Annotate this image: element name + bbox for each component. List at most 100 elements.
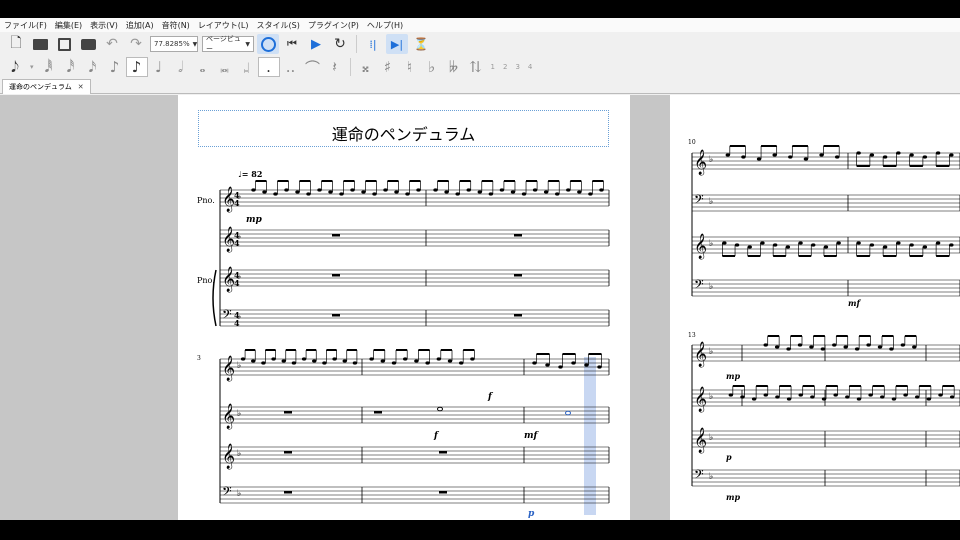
redo-button[interactable]: ↷ bbox=[125, 34, 147, 54]
note-head bbox=[369, 357, 374, 361]
key-signature-flat-icon: ♭ bbox=[709, 155, 713, 165]
menu-help[interactable]: ヘルプ(H) bbox=[363, 20, 407, 31]
menu-plugins[interactable]: プラグイン(P) bbox=[304, 20, 363, 31]
note-head bbox=[891, 397, 897, 401]
voice-4-button[interactable]: 4 bbox=[524, 63, 536, 71]
new-score-button[interactable]: 🗋 bbox=[5, 34, 27, 54]
undo-button[interactable]: ↶ bbox=[101, 34, 123, 54]
dynamic-mp[interactable]: mp bbox=[246, 215, 262, 225]
note-head bbox=[332, 357, 337, 361]
menu-bar: ファイル(F) 編集(E) 表示(V) 追加(A) 音符(N) レイアウト(L)… bbox=[0, 18, 960, 32]
menu-view[interactable]: 表示(V) bbox=[86, 20, 122, 31]
sixty-fourth-note-icon: 𝅘𝅥𝅱 bbox=[44, 58, 53, 76]
double-sharp-icon: 𝄪 bbox=[362, 58, 369, 76]
menu-style[interactable]: スタイル(S) bbox=[253, 20, 304, 31]
note-head bbox=[756, 157, 762, 161]
note-head bbox=[809, 345, 814, 349]
score-page-2[interactable]: 𝄞♭𝄢♭𝄞♭𝄢♭𝄞♭𝄞♭𝄞♭𝄢♭ 10 mf 13 mp p mp 17 bbox=[670, 95, 960, 520]
flip-direction-button[interactable]: ⇅ bbox=[465, 57, 487, 77]
duration-64th-button[interactable]: 𝅘𝅥𝅱 bbox=[38, 57, 60, 77]
menu-edit[interactable]: 編集(E) bbox=[51, 20, 86, 31]
flat-button[interactable]: ♭ bbox=[421, 57, 443, 77]
midi-input-button[interactable] bbox=[257, 34, 279, 54]
longa-icon: 𝆷 bbox=[243, 58, 250, 76]
note-head bbox=[922, 245, 928, 249]
menu-file[interactable]: ファイル(F) bbox=[0, 20, 51, 31]
whole-rest bbox=[514, 314, 522, 317]
midi-icon bbox=[260, 36, 276, 52]
note-head bbox=[577, 190, 582, 194]
sharp-button[interactable]: ♯ bbox=[377, 57, 399, 77]
voice-1-button[interactable]: 1 bbox=[487, 63, 499, 71]
zoom-select[interactable]: 77.8285% ▼ bbox=[150, 36, 198, 52]
augmentation-dot-button[interactable]: . bbox=[257, 57, 280, 77]
duration-32nd-button[interactable]: 𝅘𝅥𝅰 bbox=[60, 57, 82, 77]
score-tab[interactable]: 運命のペンデュラム ✕ bbox=[2, 79, 91, 94]
duration-8th-active-button[interactable]: ♪ bbox=[125, 57, 148, 77]
double-sharp-button[interactable]: 𝄪 bbox=[355, 57, 377, 77]
time-signature-denominator: 4 bbox=[234, 238, 240, 248]
duration-breve-button[interactable]: 𝅜 bbox=[214, 57, 236, 77]
tie-button[interactable]: ⌒ bbox=[302, 57, 324, 77]
printer-icon bbox=[80, 38, 96, 50]
natural-button[interactable]: ♮ bbox=[399, 57, 421, 77]
chevron-down-icon[interactable]: ▾ bbox=[26, 63, 38, 71]
note-head bbox=[271, 357, 276, 361]
dynamic-mf-p2[interactable]: mf bbox=[848, 298, 860, 308]
score-page-1[interactable]: 運命のペンデュラム 𝄞 ♭ 4 4 𝄞 ♭ 4 4 𝄞 ♭ 4 4 𝄢 ♭ 4 4 𝄞 ♭ 𝄞 ♭ 𝄞 ♭ 𝄢 ♭ ♩= 82… bbox=[178, 95, 630, 520]
page-2-notation[interactable]: 𝄞 ♭𝄢 ♭𝄞 ♭𝄢 ♭𝄞 ♭𝄞 ♭𝄞 ♭𝄢 ♭ bbox=[670, 95, 960, 520]
duration-whole-button[interactable]: 𝅝 bbox=[192, 57, 214, 77]
duration-quarter-button[interactable]: ♩ bbox=[148, 57, 170, 77]
note-input-mode-button[interactable]: 𝅘𝅥𝅮 bbox=[4, 57, 26, 77]
pan-score-button[interactable]: ▶| bbox=[386, 34, 408, 54]
sharp-icon: ♯ bbox=[383, 58, 392, 76]
dynamic-mp-p2-lower[interactable]: mp bbox=[726, 492, 740, 502]
view-mode-value: ページビュー bbox=[206, 35, 241, 53]
note-head bbox=[447, 359, 453, 363]
duration-longa-button[interactable]: 𝆷 bbox=[236, 57, 258, 77]
score-canvas[interactable]: 運命のペンデュラム 𝄞 ♭ 4 4 𝄞 ♭ 4 4 𝄞 ♭ 4 4 𝄢 ♭ 4 4 𝄞 ♭ 𝄞 ♭ 𝄞 ♭ 𝄢 ♭ ♩= 82… bbox=[0, 95, 960, 520]
print-button[interactable] bbox=[77, 34, 99, 54]
view-mode-select[interactable]: ページビュー ▼ bbox=[202, 35, 254, 53]
dynamic-f-lower[interactable]: f bbox=[434, 431, 438, 441]
menu-notes[interactable]: 音符(N) bbox=[158, 20, 194, 31]
eighth-note-icon: ♪ bbox=[131, 58, 142, 76]
double-flat-button[interactable]: 𝄫 bbox=[443, 57, 465, 77]
dynamic-mf[interactable]: mf bbox=[524, 431, 537, 441]
note-head bbox=[532, 361, 537, 365]
treble-clef-icon: 𝄞 bbox=[222, 355, 235, 381]
menu-layout[interactable]: レイアウト(L) bbox=[194, 20, 253, 31]
dynamic-p-p2[interactable]: p bbox=[726, 452, 732, 462]
double-dot-button[interactable]: .. bbox=[280, 57, 302, 77]
menu-add[interactable]: 追加(A) bbox=[122, 20, 158, 31]
duration-16th-button[interactable]: 𝅘𝅥𝅯 bbox=[82, 57, 104, 77]
rewind-button[interactable]: ⏮ bbox=[281, 34, 303, 54]
note-head bbox=[240, 357, 246, 361]
note-head bbox=[785, 245, 791, 249]
repeat-toggle-button[interactable]: ⁞| bbox=[362, 34, 384, 54]
play-button[interactable]: ▶ bbox=[305, 34, 327, 54]
note-head bbox=[312, 359, 317, 363]
dynamic-f-upper[interactable]: f bbox=[488, 392, 492, 402]
close-icon[interactable]: ✕ bbox=[78, 83, 84, 91]
dynamic-p[interactable]: p bbox=[528, 509, 534, 519]
note-head bbox=[834, 155, 840, 159]
rest-button[interactable]: 𝄽 bbox=[324, 57, 346, 77]
voice-3-button[interactable]: 3 bbox=[511, 63, 523, 71]
voice-2-button[interactable]: 2 bbox=[499, 63, 511, 71]
loop-button[interactable]: ↻ bbox=[329, 34, 351, 54]
note-head bbox=[543, 190, 549, 194]
dynamic-mp-p2[interactable]: mp bbox=[726, 371, 740, 381]
metronome-button[interactable]: ⏳ bbox=[410, 34, 432, 54]
duration-half-button[interactable]: 𝅗𝅥 bbox=[170, 57, 192, 77]
note-head bbox=[444, 190, 449, 194]
page-1-notation[interactable]: 𝄞 ♭44𝄞 ♭44𝄞 ♭44𝄢 ♭44𝄞 ♭𝄞 ♭𝄞 ♭𝄢 ♭ bbox=[178, 95, 630, 520]
open-button[interactable] bbox=[29, 34, 51, 54]
note-head bbox=[295, 190, 300, 194]
note-head bbox=[938, 393, 943, 397]
save-button[interactable] bbox=[53, 34, 75, 54]
note-head bbox=[383, 188, 388, 192]
tempo-marking[interactable]: ♩= 82 bbox=[238, 169, 262, 179]
duration-8th-button[interactable]: ♪ bbox=[104, 57, 126, 77]
note-head bbox=[459, 361, 464, 365]
